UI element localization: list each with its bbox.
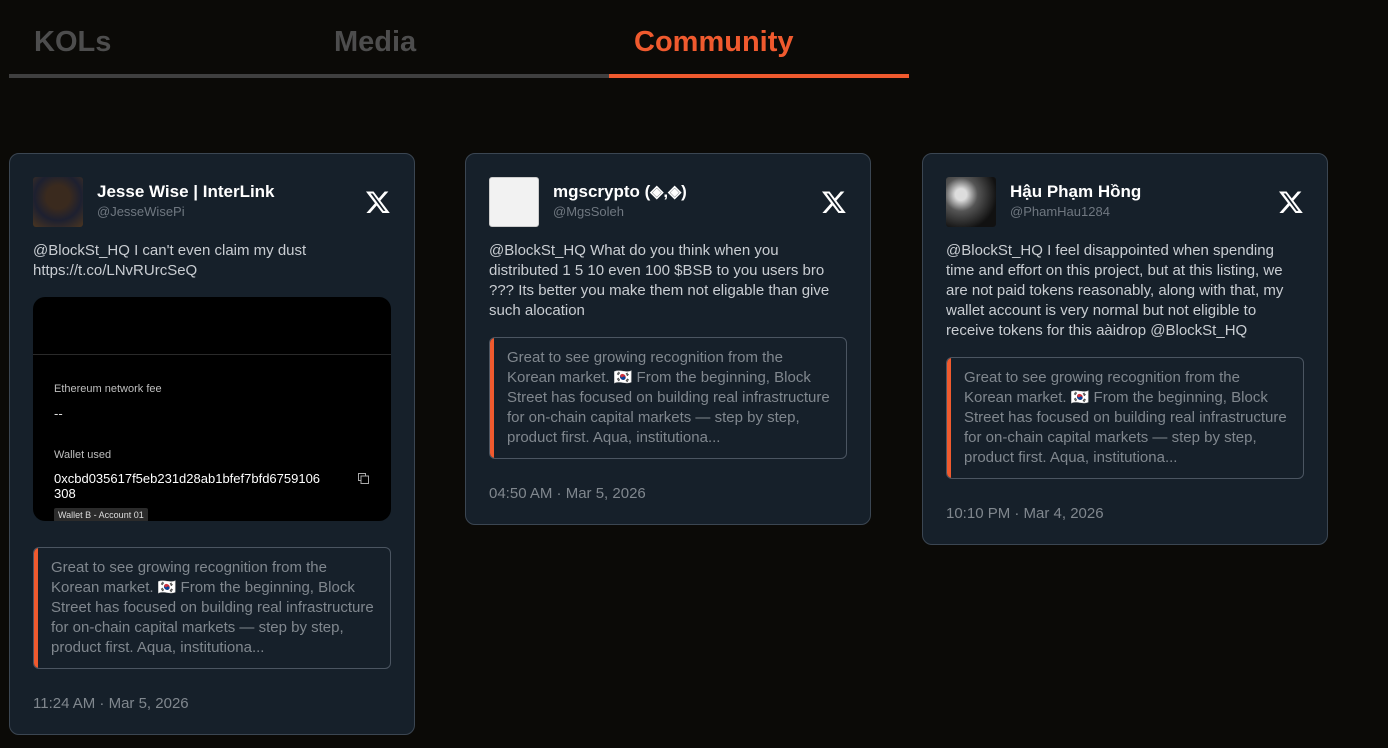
fee-label: Ethereum network fee xyxy=(54,383,162,395)
post-text: @BlockSt_HQ What do you think when you d… xyxy=(489,242,830,319)
post-timestamp: 10:10 PM · Mar 4, 2026 xyxy=(946,505,1104,522)
author-name: mgscrypto (◈,◈) xyxy=(553,182,687,201)
x-logo-icon[interactable] xyxy=(1278,189,1304,215)
post-card[interactable]: mgscrypto (◈,◈) @MgsSoleh @BlockSt_HQ Wh… xyxy=(465,153,871,525)
avatar xyxy=(946,177,996,227)
post-media-image[interactable]: Ethereum network fee -- Wallet used 0xcb… xyxy=(33,297,391,521)
author-handle: @PhamHau1284 xyxy=(1010,204,1110,219)
x-logo-icon[interactable] xyxy=(365,189,391,215)
author-handle: @MgsSoleh xyxy=(553,204,625,219)
tab-label: Community xyxy=(634,26,794,58)
tab-label: KOLs xyxy=(34,26,112,58)
post-timestamp: 04:50 AM · Mar 5, 2026 xyxy=(489,485,646,502)
avatar xyxy=(33,177,83,227)
post-text: @BlockSt_HQ I can't even claim my dust h… xyxy=(33,242,307,279)
post-card[interactable]: Hậu Phạm Hồng @PhamHau1284 @BlockSt_HQ I… xyxy=(922,153,1328,545)
x-logo-icon[interactable] xyxy=(821,189,847,215)
post-card[interactable]: Jesse Wise | InterLink @JesseWisePi @Blo… xyxy=(9,153,415,735)
tab-media[interactable]: Media xyxy=(309,0,609,78)
post-timestamp: 11:24 AM · Mar 5, 2026 xyxy=(33,695,189,712)
tab-bar: KOLs Media Community xyxy=(9,0,909,78)
account-tag: Wallet B - Account 01 xyxy=(54,508,148,521)
tab-community[interactable]: Community xyxy=(609,0,909,78)
author-name: Jesse Wise | InterLink xyxy=(97,182,275,201)
quoted-post[interactable]: Great to see growing recognition from th… xyxy=(489,337,847,459)
post-text: @BlockSt_HQ I feel disappointed when spe… xyxy=(946,242,1284,339)
fee-value: -- xyxy=(54,406,63,421)
copy-icon xyxy=(358,473,369,484)
tab-label: Media xyxy=(334,26,417,58)
wallet-label: Wallet used xyxy=(54,449,112,461)
quoted-post[interactable]: Great to see growing recognition from th… xyxy=(33,547,391,669)
tab-kols[interactable]: KOLs xyxy=(9,0,309,78)
author-name: Hậu Phạm Hồng xyxy=(1010,182,1142,201)
quoted-post[interactable]: Great to see growing recognition from th… xyxy=(946,357,1304,479)
avatar xyxy=(489,177,539,227)
wallet-address: 0xcbd035617f5eb231d28ab1bfef7bfd67591063… xyxy=(54,471,321,501)
author-handle: @JesseWisePi xyxy=(97,204,185,219)
